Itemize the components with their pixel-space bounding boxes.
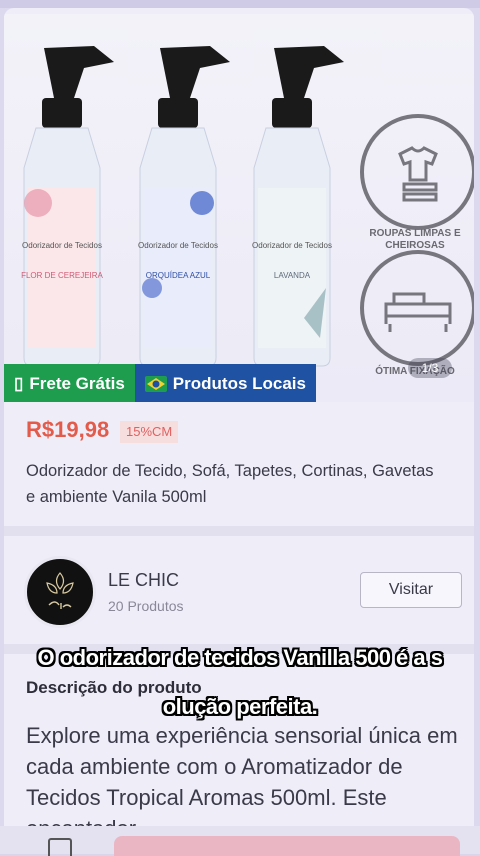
bottle-label: Odorizador de Tecidos xyxy=(22,241,102,250)
top-strip xyxy=(0,0,480,8)
app-frame: Odorizador de Tecidos FLOR DE CEREJEIRA … xyxy=(0,0,480,856)
brazil-flag-icon xyxy=(144,376,167,392)
bottle-lavender-image: Odorizador de Tecidos LAVANDA xyxy=(252,46,344,367)
bottle-scent: LAVANDA xyxy=(274,271,311,280)
local-products-label: Produtos Locais xyxy=(172,374,306,393)
bottle-scent: FLOR DE CEREJEIRA xyxy=(21,271,103,280)
bottle-orchid-image: Odorizador de Tecidos ORQUÍDEA AZUL xyxy=(138,46,230,367)
free-shipping-label: Frete Grátis xyxy=(29,374,125,393)
product-title: Odorizador de Tecido, Sofá, Tapetes, Cor… xyxy=(26,462,434,506)
bottle-label: Odorizador de Tecidos xyxy=(252,241,332,250)
subtitle-line-2: olução perfeita. xyxy=(162,694,318,719)
store-name[interactable]: LE CHIC xyxy=(108,570,179,591)
bottle-cherry-image: Odorizador de Tecidos FLOR DE CEREJEIRA xyxy=(21,46,114,367)
free-shipping-badge: ▯ Frete Grátis xyxy=(4,364,135,402)
subtitle-line-1: O odorizador de tecidos Vanilla 500 é a … xyxy=(37,645,444,670)
product-image[interactable]: Odorizador de Tecidos FLOR DE CEREJEIRA … xyxy=(4,14,474,402)
badge-row: ▯ Frete Grátis Produtos Locais xyxy=(4,364,316,402)
bottle-label: Odorizador de Tecidos xyxy=(138,241,218,250)
visit-store-button[interactable]: Visitar xyxy=(360,572,462,608)
buy-button[interactable] xyxy=(114,836,460,856)
bed-icon xyxy=(360,250,474,366)
bottle-scent: ORQUÍDEA AZUL xyxy=(146,271,211,280)
product-price: R$19,98 xyxy=(26,417,110,442)
local-products-badge: Produtos Locais xyxy=(134,364,316,402)
store-product-count: 20 Produtos xyxy=(108,598,184,614)
discount-badge: 15%CM xyxy=(120,421,179,443)
product-card: Odorizador de Tecidos FLOR DE CEREJEIRA … xyxy=(4,8,474,854)
store-icon[interactable] xyxy=(48,838,72,856)
feature-clothes-label: ROUPAS LIMPAS E CHEIROSAS xyxy=(369,228,461,251)
store-logo[interactable] xyxy=(24,556,96,628)
clothes-icon xyxy=(360,114,474,230)
shipping-icon: ▯ xyxy=(14,374,24,393)
section-divider xyxy=(4,526,474,536)
image-counter: 1/3 xyxy=(408,358,452,378)
